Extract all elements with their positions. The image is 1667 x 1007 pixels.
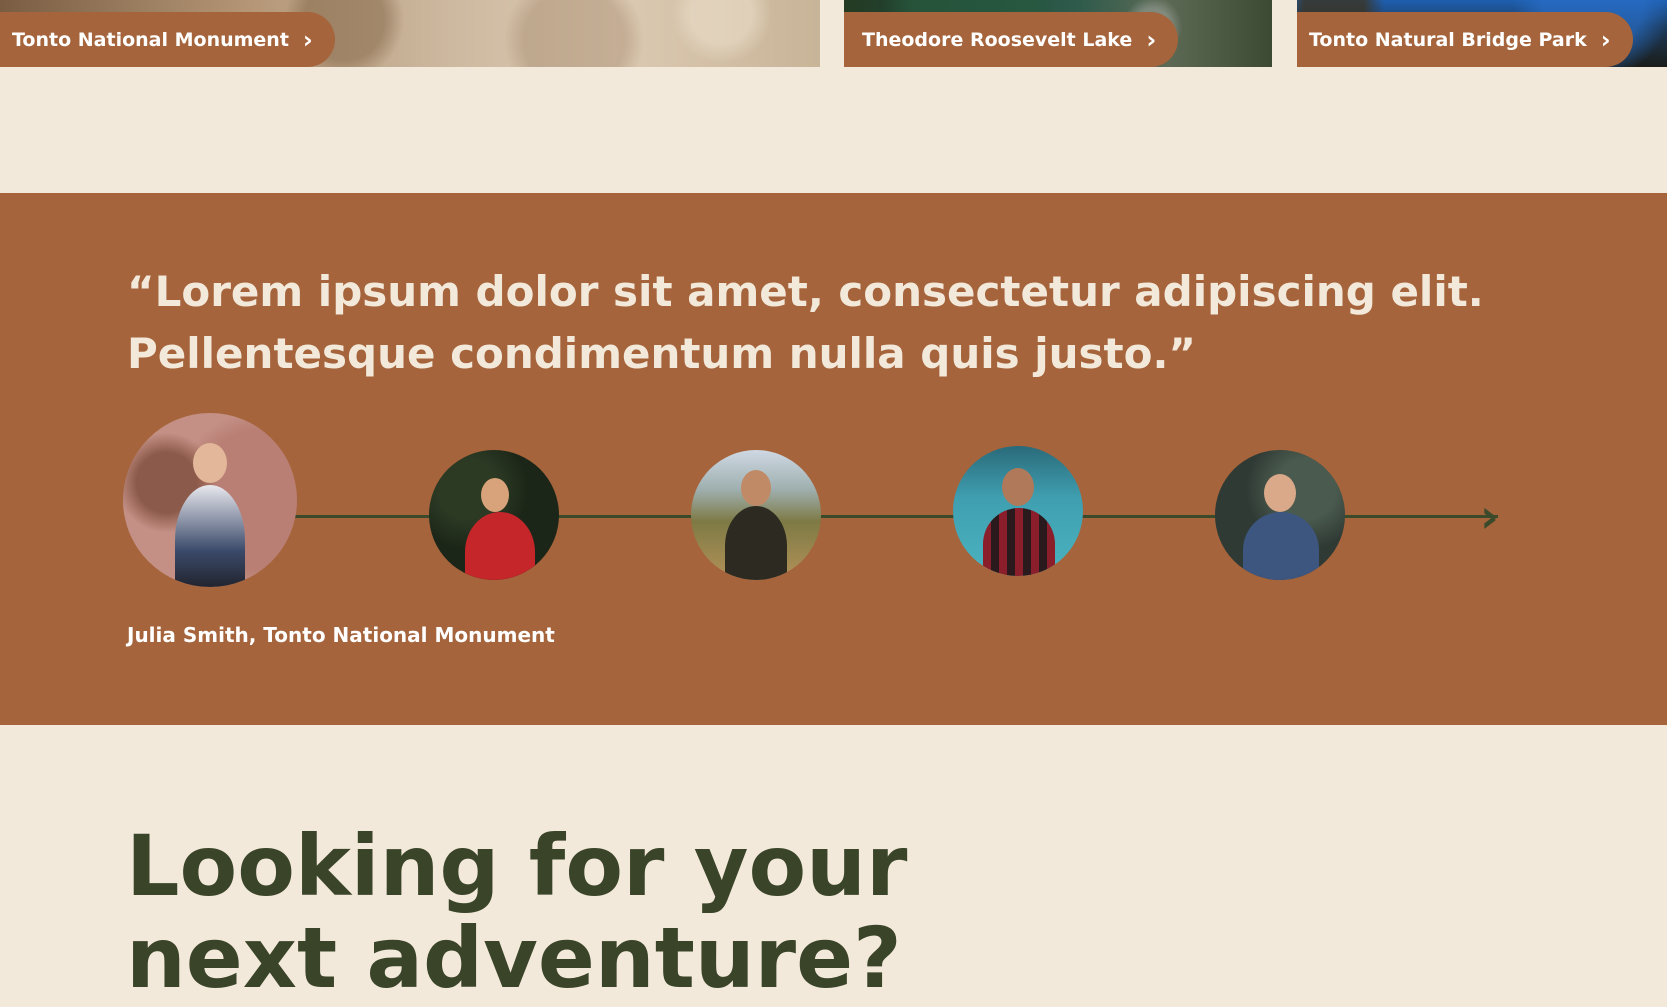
- testimonial-avatar[interactable]: [1215, 450, 1345, 580]
- section-heading-line-2: next adventure?: [126, 909, 902, 1007]
- destination-link-label: Tonto National Monument: [12, 28, 289, 51]
- testimonial-quote-line-1: “Lorem ipsum dolor sit amet, consectetur…: [127, 267, 1484, 316]
- section-heading: Looking for your next adventure?: [126, 820, 1566, 1004]
- chevron-right-icon[interactable]: ›: [1480, 493, 1499, 539]
- section-heading-line-1: Looking for your: [126, 817, 908, 915]
- chevron-right-icon: ›: [302, 25, 313, 54]
- destination-link-theodore-roosevelt-lake[interactable]: Theodore Roosevelt Lake ›: [844, 12, 1179, 67]
- destination-link-label: Theodore Roosevelt Lake: [862, 28, 1133, 51]
- testimonial-avatar[interactable]: [953, 446, 1083, 576]
- testimonial-author: Julia Smith, Tonto National Monument: [127, 623, 555, 647]
- testimonial-avatar-active[interactable]: [123, 413, 297, 587]
- destination-link-tonto-natural-bridge-park[interactable]: Tonto Natural Bridge Park ›: [1297, 12, 1633, 67]
- chevron-right-icon: ›: [1146, 25, 1157, 54]
- testimonial-avatar[interactable]: [429, 450, 559, 580]
- testimonial-quote-line-2: Pellentesque condimentum nulla quis just…: [127, 329, 1197, 378]
- destination-link-tonto-national-monument[interactable]: Tonto National Monument ›: [0, 12, 335, 67]
- testimonial-section: “Lorem ipsum dolor sit amet, consectetur…: [0, 193, 1667, 725]
- destination-link-label: Tonto Natural Bridge Park: [1309, 28, 1587, 51]
- testimonial-avatar[interactable]: [691, 450, 821, 580]
- testimonial-quote: “Lorem ipsum dolor sit amet, consectetur…: [127, 261, 1567, 385]
- chevron-right-icon: ›: [1600, 25, 1611, 54]
